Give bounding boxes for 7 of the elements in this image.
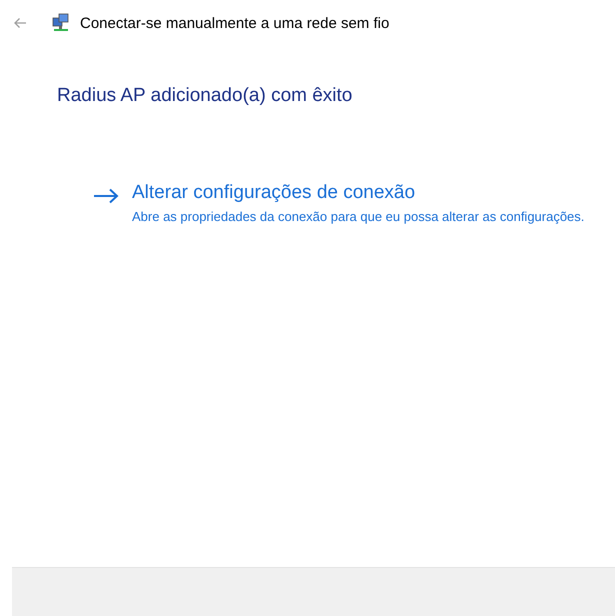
change-settings-link[interactable]: Alterar configurações de conexão (132, 182, 614, 204)
back-icon[interactable] (13, 17, 27, 29)
option-description: Abre as propriedades da conexão para que eu possa alterar as configurações. (132, 208, 586, 226)
network-icon (52, 13, 70, 33)
success-heading: Radius AP adicionado(a) com êxito (57, 85, 354, 107)
arrow-icon (93, 188, 119, 204)
window-title: Conectar-se manualmente a uma rede sem fio (80, 14, 390, 32)
